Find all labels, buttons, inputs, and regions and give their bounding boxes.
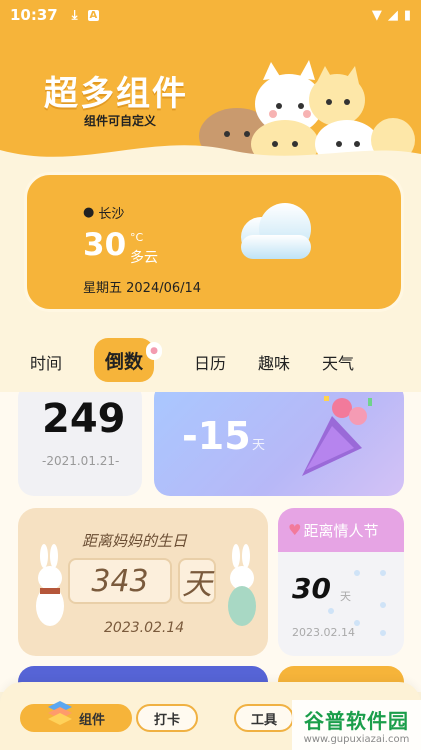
countdown-unit: 天 (252, 438, 266, 453)
valentine-title: 距离情人节 (303, 521, 379, 540)
nav-tools[interactable]: 工具 (234, 704, 294, 732)
banner-title: 超多组件 (44, 74, 188, 114)
download-icon: ⤓ (71, 7, 78, 23)
location-name: 长沙 (98, 207, 125, 222)
valentine-header: ♥ 距离情人节 (278, 508, 404, 552)
header-banner: 超多组件 组件可自定义 (0, 30, 421, 170)
tab-calendar[interactable]: 日历 (194, 350, 226, 374)
nav-checkin[interactable]: 打卡 (136, 704, 198, 732)
banner-subtitle: 组件可自定义 (84, 114, 157, 128)
countup-value: 249 (42, 396, 126, 442)
bunny-left-icon (36, 544, 64, 626)
valentine-card[interactable]: ♥ 距离情人节 30 天 2023.02.14 (278, 508, 404, 656)
status-time: 10:37 (10, 6, 58, 24)
bunny-right-icon (228, 544, 256, 626)
nav-widgets[interactable]: 组件 (20, 701, 132, 732)
tab-fun[interactable]: 趣味 (258, 350, 290, 374)
valentine-unit: 天 (340, 590, 351, 603)
valentine-value: 30 (292, 572, 331, 605)
watermark: 谷普软件园 www.gupuxiazai.com (292, 700, 421, 750)
tab-countdown[interactable]: 倒数 ● (94, 338, 162, 382)
layers-icon (47, 701, 72, 725)
widget-list[interactable]: 249 -2021.01.21- -15 天 距离妈妈的生日 343 天 202… (0, 392, 421, 692)
weather-date: 星期五 2024/06/14 (83, 281, 202, 296)
countdown-value: -15 (182, 414, 251, 458)
app-notification-icon: A (87, 9, 100, 21)
party-popper-icon (302, 396, 372, 476)
watermark-text: 谷普软件园 (304, 709, 409, 733)
location-pin-icon: ● (83, 205, 95, 220)
nav-widgets-label: 组件 (78, 712, 105, 728)
tab-countdown-label: 倒数 (104, 350, 143, 373)
watermark-url: www.gupuxiazai.com (303, 734, 410, 745)
mom-birthday-value: 343 (68, 558, 172, 604)
wifi-icon: ▼ (371, 7, 382, 23)
paw-icon: ● (146, 342, 162, 360)
weather-location: ● 长沙 (83, 203, 124, 222)
banner-wave (0, 145, 421, 170)
cloud-icon (241, 203, 311, 259)
battery-icon: ▮ (403, 7, 411, 23)
heart-icon: ♥ (288, 521, 302, 539)
countup-date: -2021.01.21- (42, 454, 120, 468)
tab-weather[interactable]: 天气 (322, 350, 354, 374)
weather-temperature: 30 (83, 227, 127, 263)
signal-icon: ◢ (387, 7, 398, 23)
category-tabs: 时间 倒数 ● 日历 趣味 天气 (0, 338, 421, 382)
status-bar: 10:37 ⤓ A ▼ ◢ ▮ (0, 0, 421, 30)
tab-time[interactable]: 时间 (30, 350, 62, 374)
countdown-gradient-card[interactable]: -15 天 (154, 392, 404, 496)
weather-condition: 多云 (130, 250, 158, 266)
weather-unit: °C (130, 231, 144, 244)
countup-card[interactable]: 249 -2021.01.21- (18, 392, 142, 496)
weather-widget[interactable]: ● 长沙 30 °C 多云 星期五 2024/06/14 (24, 172, 404, 312)
mom-birthday-unit: 天 (178, 558, 216, 604)
mom-birthday-title: 距离妈妈的生日 (82, 532, 188, 550)
mom-birthday-date: 2023.02.14 (104, 620, 185, 636)
mom-birthday-card[interactable]: 距离妈妈的生日 343 天 2023.02.14 (18, 508, 268, 656)
valentine-date: 2023.02.14 (292, 626, 355, 639)
